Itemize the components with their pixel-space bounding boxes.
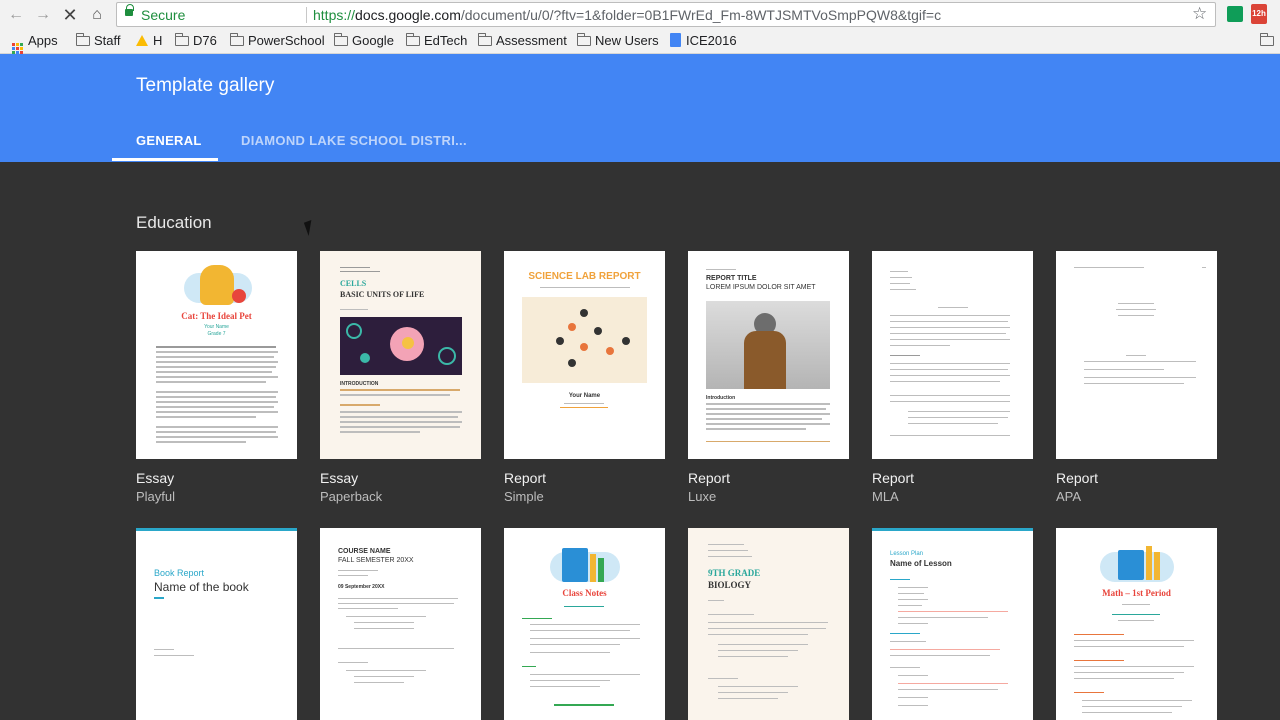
folder-icon	[229, 33, 244, 46]
apps-grid-icon	[12, 43, 23, 54]
doc-heading-small: Book Report	[154, 568, 205, 578]
template-subtitle: Paperback	[320, 489, 383, 504]
doc-heading-small: CELLS	[340, 279, 367, 288]
active-tab-indicator	[112, 158, 218, 161]
bookmark-powerschool[interactable]: PowerSchool	[229, 33, 325, 48]
bookmark-new-users[interactable]: New Users	[576, 33, 659, 48]
doc-heading-small: Lesson Plan	[890, 551, 924, 557]
template-card-report-simple[interactable]: SCIENCE LAB REPORT Your Name	[504, 251, 665, 459]
template-card-essay-playful[interactable]: Cat: The Ideal Pet Your Name Grade 7	[136, 251, 297, 459]
tab-diamond-lake-school-district[interactable]: DIAMOND LAKE SCHOOL DISTRI...	[241, 133, 467, 148]
doc-heading: Name of Lesson	[890, 559, 952, 568]
bookmark-apps[interactable]: Apps	[12, 33, 58, 54]
folder-icon	[174, 33, 189, 46]
bookmark-d76[interactable]: D76	[174, 33, 217, 48]
tab-general[interactable]: GENERAL	[136, 133, 202, 148]
stop-loading-icon[interactable]: ✕	[60, 5, 80, 25]
cat-illustration	[200, 265, 234, 305]
folder-icon	[477, 33, 492, 46]
bookmark-edtech[interactable]: EdTech	[405, 33, 467, 48]
bookmarks-bar: Apps Staff H D76 PowerSchool Google EdTe…	[0, 29, 1280, 54]
back-icon[interactable]: ←	[6, 5, 26, 25]
template-subtitle: MLA	[872, 489, 899, 504]
bookmark-h[interactable]: H	[136, 33, 162, 48]
folder-icon	[1259, 33, 1274, 46]
doc-heading: Cat: The Ideal Pet	[181, 311, 252, 321]
doc-heading: LOREM IPSUM DOLOR SIT AMET	[706, 284, 816, 291]
template-card-class-notes[interactable]: Class Notes	[504, 528, 665, 720]
template-title: Essay	[320, 470, 359, 486]
url-text[interactable]: https://docs.google.com/document/u/0/?ft…	[313, 7, 941, 23]
home-icon[interactable]: ⌂	[87, 5, 107, 25]
doc-heading: Class Notes	[562, 588, 607, 598]
book-illustration	[1118, 550, 1144, 580]
template-subtitle: Playful	[136, 489, 176, 504]
folder-icon	[333, 33, 348, 46]
secure-label: Secure	[141, 7, 186, 23]
doc-heading: BASIC UNITS OF LIFE	[340, 290, 425, 299]
template-card-class-notes-course[interactable]: COURSE NAME FALL SEMESTER 20XX 09 Septem…	[320, 528, 481, 720]
classroom-extension-icon[interactable]	[1227, 6, 1243, 22]
template-title: Report	[504, 470, 547, 486]
doc-heading-small: REPORT TITLE	[706, 275, 757, 282]
book-illustration	[562, 548, 588, 582]
forward-icon[interactable]: →	[33, 5, 53, 25]
doc-heading: FALL SEMESTER 20XX	[338, 557, 414, 564]
template-card-lab-biology[interactable]: 9TH GRADE BIOLOGY	[688, 528, 849, 720]
template-title: Report	[688, 470, 731, 486]
template-card-report-luxe[interactable]: REPORT TITLE LOREM IPSUM DOLOR SIT AMET …	[688, 251, 849, 459]
folder-icon	[75, 33, 90, 46]
template-subtitle: Luxe	[688, 489, 717, 504]
docs-icon	[670, 33, 681, 47]
template-subtitle: Simple	[504, 489, 544, 504]
molecule-illustration	[522, 297, 647, 383]
other-bookmarks[interactable]	[1259, 33, 1278, 48]
yarn-ball-icon	[232, 289, 246, 303]
cells-illustration	[340, 317, 462, 375]
template-title: Report	[1056, 470, 1099, 486]
bookmark-assessment[interactable]: Assessment	[477, 33, 567, 48]
calendar-extension-icon[interactable]: 12h	[1251, 4, 1267, 24]
template-card-math-notes[interactable]: Math – 1st Period	[1056, 528, 1217, 720]
doc-heading: Name of the book	[154, 580, 249, 594]
bookmark-star-icon[interactable]: ☆	[1192, 4, 1207, 24]
template-card-report-mla[interactable]	[872, 251, 1033, 459]
browser-toolbar: ← → ✕ ⌂ Secure https://docs.google.com/d…	[0, 0, 1280, 29]
template-card-lesson-plan[interactable]: Lesson Plan Name of Lesson	[872, 528, 1033, 720]
address-bar[interactable]: Secure https://docs.google.com/document/…	[116, 2, 1216, 27]
mouse-cursor	[303, 220, 317, 236]
template-card-book-report[interactable]: Book Report Name of the book	[136, 528, 297, 720]
folder-icon	[405, 33, 420, 46]
page-title: Template gallery	[136, 75, 275, 96]
hiker-photo	[706, 301, 830, 389]
template-card-essay-paperback[interactable]: CELLS BASIC UNITS OF LIFE INTRODUCTION	[320, 251, 481, 459]
section-title-education: Education	[136, 213, 212, 232]
bookmark-ice2016[interactable]: ICE2016	[670, 33, 737, 48]
template-title: Essay	[136, 470, 175, 486]
template-title: Report	[872, 470, 915, 486]
doc-heading: Math – 1st Period	[1102, 588, 1171, 598]
template-card-report-apa[interactable]	[1056, 251, 1217, 459]
lock-icon	[125, 4, 134, 16]
drive-icon	[136, 35, 148, 46]
template-subtitle: APA	[1056, 489, 1082, 504]
doc-heading: SCIENCE LAB REPORT	[528, 271, 641, 282]
folder-icon	[576, 33, 591, 46]
doc-heading-small: COURSE NAME	[338, 548, 391, 555]
gallery-header: Template gallery GENERAL DIAMOND LAKE SC…	[0, 54, 1280, 162]
doc-heading: BIOLOGY	[708, 580, 752, 590]
doc-heading-small: 9TH GRADE	[708, 568, 761, 578]
bookmark-google[interactable]: Google	[333, 33, 394, 48]
bookmark-staff[interactable]: Staff	[75, 33, 121, 48]
